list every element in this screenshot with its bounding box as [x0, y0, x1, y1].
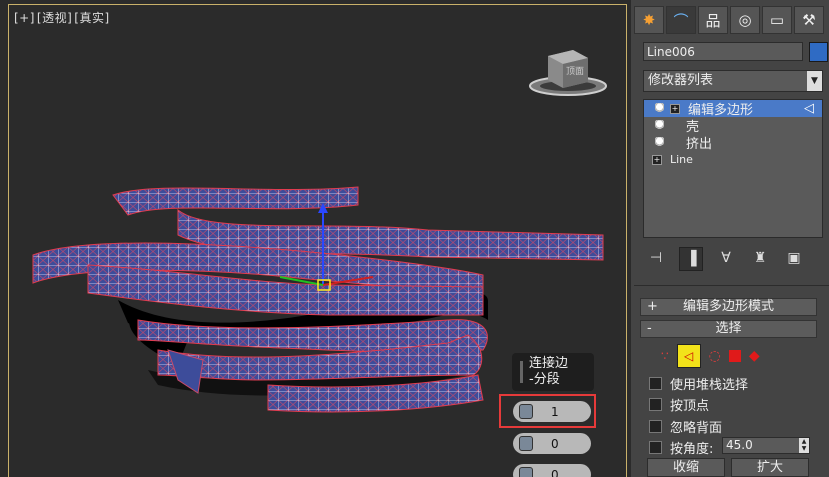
checkbox-label: 按角度:	[670, 442, 714, 457]
border-mode-icon[interactable]: ◌	[709, 348, 721, 364]
grow-button[interactable]: 扩大	[731, 458, 809, 477]
checkbox-label: 按顶点	[670, 399, 710, 414]
shrink-button[interactable]: 收缩	[647, 458, 725, 477]
expand-plus-icon[interactable]: +	[652, 154, 662, 165]
rollout-edit-poly-mode[interactable]: + 编辑多边形模式	[640, 298, 817, 316]
modifier-list-label: 修改器列表	[648, 73, 714, 88]
pinch-icon	[519, 436, 533, 451]
use-stack-selection-checkbox[interactable]: 使用堆栈选择	[649, 374, 748, 393]
checkbox-label: 忽略背面	[670, 421, 723, 436]
viewport-shading-mode[interactable]: [真实]	[74, 11, 109, 25]
hammer-icon: ⚒	[802, 11, 816, 29]
ignore-backfacing-checkbox[interactable]: 忽略背面	[649, 417, 722, 436]
stack-item-label: Line	[670, 153, 693, 166]
checkbox-box[interactable]	[649, 398, 662, 411]
tab-display[interactable]: ▭	[762, 6, 792, 34]
tab-motion[interactable]: ◎	[730, 6, 760, 34]
lightbulb-icon[interactable]	[655, 120, 664, 131]
hierarchy-icon: 品	[705, 11, 721, 30]
pinch-value[interactable]: 0	[551, 437, 559, 451]
checkbox-label: 使用堆栈选择	[670, 378, 749, 393]
modifier-list-dropdown[interactable]: 修改器列表 ▼	[643, 70, 823, 92]
perspective-viewport[interactable]: [+] [透视] [真实] 顶面 连接边 -分段 1 0 0	[0, 0, 631, 477]
make-unique-icon[interactable]: ∀	[715, 247, 737, 269]
edge-mode-icon[interactable]: ◁	[676, 344, 701, 368]
chevron-down-icon[interactable]: ▼	[807, 71, 822, 91]
stack-item-shell[interactable]: 壳	[644, 117, 822, 135]
lightbulb-icon[interactable]	[655, 137, 664, 148]
rollout-selection[interactable]: - 选择	[640, 320, 817, 338]
panel-divider	[634, 285, 829, 286]
modify-icon: ⌒	[673, 11, 689, 30]
by-angle-checkbox[interactable]: 按角度:	[649, 438, 713, 457]
stack-toolbar: ⊣ ▐ ∀ ♜ ▣	[645, 247, 825, 271]
stack-item-label: 挤出	[686, 137, 713, 152]
show-end-result-icon[interactable]: ▐	[679, 247, 703, 271]
checkbox-box[interactable]	[649, 441, 662, 454]
segments-highlight-box	[499, 394, 596, 428]
stack-item-edit-poly[interactable]: + 编辑多边形 ◁	[644, 100, 822, 118]
connect-edges-caddy-title: 连接边 -分段	[512, 353, 594, 391]
stack-item-line[interactable]: + Line	[644, 151, 822, 168]
checkbox-box[interactable]	[649, 377, 662, 390]
expand-plus-icon[interactable]: +	[670, 103, 680, 114]
edge-subobject-icon: ◁	[804, 101, 814, 116]
viewport-view-name[interactable]: [透视]	[37, 11, 72, 25]
spinner-arrows-icon[interactable]: ▲ ▼	[799, 438, 809, 453]
tab-utilities[interactable]: ⚒	[794, 6, 824, 34]
viewcube[interactable]: 顶面	[528, 46, 608, 101]
slide-value[interactable]: 0	[551, 468, 559, 477]
remove-modifier-icon[interactable]: ♜	[749, 247, 771, 269]
subobject-selector: ∵ ◁ ◌ ◆	[661, 344, 760, 368]
caddy-title-line1: 连接边	[529, 356, 569, 371]
polygon-mode-icon[interactable]	[728, 350, 741, 362]
tab-modify[interactable]: ⌒	[666, 6, 696, 34]
pin-stack-icon[interactable]: ⊣	[645, 247, 667, 269]
tab-hierarchy[interactable]: 品	[698, 6, 728, 34]
command-panel-tabs: ✸ ⌒ 品 ◎ ▭ ⚒	[634, 6, 824, 34]
angle-value[interactable]: 45.0	[726, 438, 753, 452]
rollout-title: 选择	[715, 321, 742, 336]
slide-icon	[519, 467, 533, 477]
object-name-field[interactable]: Line006	[643, 42, 803, 61]
configure-sets-icon[interactable]: ▣	[783, 247, 805, 269]
viewcube-face-label: 顶面	[566, 66, 584, 77]
caddy-title-line2: -分段	[529, 372, 560, 387]
motion-icon: ◎	[738, 11, 752, 29]
sun-icon: ✸	[642, 11, 656, 29]
viewport-label[interactable]: [+] [透视] [真实]	[14, 9, 112, 26]
by-vertex-checkbox[interactable]: 按顶点	[649, 395, 709, 414]
stack-item-extrude[interactable]: 挤出	[644, 134, 822, 152]
command-panel: ✸ ⌒ 品 ◎ ▭ ⚒ Line006 修改器列表 ▼ + 编辑多边形 ◁ 壳 …	[631, 0, 829, 477]
vertex-mode-icon[interactable]: ∵	[661, 349, 669, 363]
pinch-spinner[interactable]: 0	[513, 433, 591, 454]
element-mode-icon[interactable]: ◆	[749, 348, 760, 364]
checkbox-box[interactable]	[649, 420, 662, 433]
lightbulb-icon[interactable]	[655, 103, 664, 114]
slide-spinner[interactable]: 0	[513, 464, 591, 477]
caddy-grip-handle[interactable]	[520, 361, 523, 383]
object-color-swatch[interactable]	[809, 42, 828, 62]
tab-create[interactable]: ✸	[634, 6, 664, 34]
angle-spinner[interactable]: 45.0 ▲ ▼	[722, 437, 810, 454]
rollout-title: 编辑多边形模式	[682, 299, 774, 314]
monitor-icon: ▭	[769, 11, 785, 29]
modifier-stack: + 编辑多边形 ◁ 壳 挤出 + Line	[643, 99, 823, 238]
viewport-menu-plus[interactable]: [+]	[14, 11, 35, 25]
